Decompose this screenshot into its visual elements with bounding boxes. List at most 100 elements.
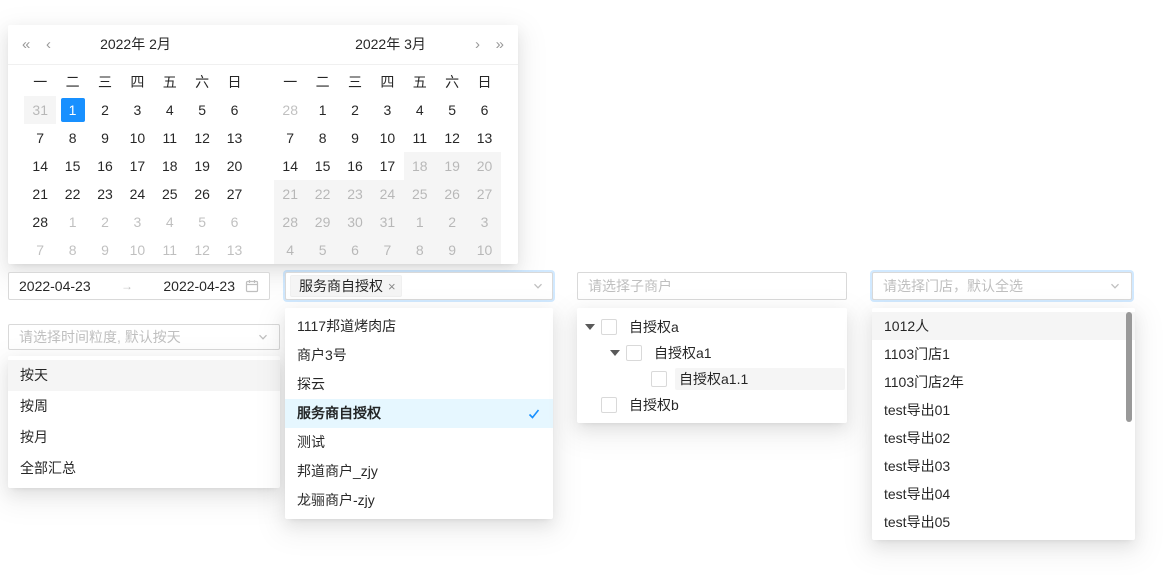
calendar-day-cell[interactable]: 2: [89, 96, 121, 124]
calendar-day-cell[interactable]: 27: [218, 180, 250, 208]
tree-node[interactable]: 自授权a1.1: [577, 366, 847, 392]
calendar-day-cell[interactable]: 10: [121, 236, 153, 264]
calendar-day-cell[interactable]: 25: [154, 180, 186, 208]
merchant-option[interactable]: 邦道商户_zjy: [285, 457, 553, 486]
calendar-day-cell[interactable]: 20: [468, 152, 501, 180]
calendar-day-cell[interactable]: 2: [89, 208, 121, 236]
calendar-day-cell[interactable]: 17: [121, 152, 153, 180]
calendar-day-cell[interactable]: 8: [56, 124, 88, 152]
calendar-day-cell[interactable]: 22: [306, 180, 339, 208]
tree-node-label[interactable]: 自授权a: [625, 316, 683, 338]
merchant-option[interactable]: 龙骊商户-zjy: [285, 486, 553, 515]
calendar-day-cell[interactable]: 1: [56, 208, 88, 236]
calendar-day-cell[interactable]: 10: [468, 236, 501, 264]
tree-checkbox[interactable]: [601, 397, 617, 413]
calendar-day-cell[interactable]: 2: [435, 208, 469, 236]
calendar-day-cell[interactable]: 8: [56, 236, 88, 264]
calendar-day-cell[interactable]: 5: [186, 208, 218, 236]
store-select[interactable]: 请选择门店，默认全选: [872, 272, 1132, 300]
calendar-day-cell[interactable]: 13: [218, 236, 250, 264]
store-option[interactable]: 1103门店2年: [872, 368, 1135, 396]
calendar-day-cell[interactable]: 19: [435, 152, 469, 180]
calendar-day-cell[interactable]: 3: [121, 96, 153, 124]
calendar-day-cell[interactable]: 4: [274, 236, 307, 264]
calendar-day-cell[interactable]: 26: [186, 180, 218, 208]
date-range-input[interactable]: 2022-04-23 → 2022-04-23: [8, 272, 270, 300]
sub-merchant-select[interactable]: 请选择子商户: [577, 272, 847, 300]
calendar-day-cell[interactable]: 28: [24, 208, 56, 236]
calendar-day-cell[interactable]: 11: [154, 124, 186, 152]
calendar-day-cell[interactable]: 14: [274, 152, 306, 180]
calendar-day-cell[interactable]: 16: [89, 152, 121, 180]
calendar-day-cell[interactable]: 22: [56, 180, 88, 208]
merchant-option[interactable]: 商户3号: [285, 341, 553, 370]
tree-node[interactable]: 自授权a1: [577, 340, 847, 366]
calendar-day-cell[interactable]: 25: [403, 180, 436, 208]
store-option[interactable]: test导出01: [872, 396, 1135, 424]
granularity-option[interactable]: 按天: [8, 360, 280, 391]
calendar-day-cell[interactable]: 5: [186, 96, 218, 124]
calendar-day-cell[interactable]: 27: [468, 180, 501, 208]
calendar-day-cell[interactable]: 15: [56, 152, 88, 180]
merchant-select[interactable]: 服务商自授权 ×: [285, 272, 553, 300]
calendar-day-cell[interactable]: 9: [435, 236, 469, 264]
calendar-day-cell[interactable]: 1: [306, 96, 338, 124]
calendar-day-cell[interactable]: 4: [154, 208, 186, 236]
merchant-option[interactable]: 1117邦道烤肉店: [285, 312, 553, 341]
calendar-day-cell[interactable]: 3: [468, 208, 501, 236]
calendar-day-cell[interactable]: 9: [339, 124, 371, 152]
calendar-day-cell[interactable]: 1: [56, 96, 88, 124]
calendar-day-cell[interactable]: 7: [24, 124, 56, 152]
calendar-day-cell[interactable]: 31: [371, 208, 404, 236]
store-option[interactable]: 1012人: [872, 312, 1135, 340]
calendar-day-cell[interactable]: 21: [274, 180, 307, 208]
tree-node-label[interactable]: 自授权a1.1: [675, 368, 845, 390]
calendar-day-cell[interactable]: 5: [306, 236, 339, 264]
calendar-day-cell[interactable]: 17: [371, 152, 403, 180]
calendar-day-cell[interactable]: 21: [24, 180, 56, 208]
tree-checkbox[interactable]: [626, 345, 642, 361]
calendar-day-cell[interactable]: 9: [89, 124, 121, 152]
calendar-day-cell[interactable]: 31: [24, 96, 57, 124]
granularity-option[interactable]: 按周: [8, 391, 280, 422]
calendar-day-cell[interactable]: 23: [89, 180, 121, 208]
calendar-day-cell[interactable]: 13: [468, 124, 500, 152]
calendar-day-cell[interactable]: 24: [121, 180, 153, 208]
merchant-option[interactable]: 测试: [285, 428, 553, 457]
scrollbar-thumb[interactable]: [1126, 312, 1132, 422]
calendar-day-cell[interactable]: 13: [218, 124, 250, 152]
store-option[interactable]: test导出02: [872, 424, 1135, 452]
calendar-day-cell[interactable]: 12: [186, 236, 218, 264]
calendar-day-cell[interactable]: 10: [121, 124, 153, 152]
merchant-option[interactable]: 探云: [285, 370, 553, 399]
calendar-day-cell[interactable]: 8: [306, 124, 338, 152]
calendar-day-cell[interactable]: 18: [154, 152, 186, 180]
calendar-day-cell[interactable]: 7: [274, 124, 306, 152]
tag-remove-icon[interactable]: ×: [388, 280, 396, 293]
calendar-day-cell[interactable]: 23: [338, 180, 372, 208]
granularity-option[interactable]: 按月: [8, 422, 280, 453]
tree-checkbox[interactable]: [601, 319, 617, 335]
calendar-day-cell[interactable]: 29: [306, 208, 339, 236]
tree-node-label[interactable]: 自授权a1: [650, 342, 716, 364]
calendar-day-cell[interactable]: 24: [371, 180, 404, 208]
calendar-day-cell[interactable]: 8: [403, 236, 436, 264]
time-granularity-select[interactable]: 请选择时间粒度, 默认按天: [8, 324, 280, 350]
store-option[interactable]: test导出05: [872, 508, 1135, 536]
calendar-day-cell[interactable]: 6: [338, 236, 372, 264]
calendar-day-cell[interactable]: 2: [339, 96, 371, 124]
end-date-value[interactable]: 2022-04-23: [163, 278, 235, 294]
calendar-day-cell[interactable]: 11: [404, 124, 436, 152]
merchant-option[interactable]: 服务商自授权: [285, 399, 553, 428]
calendar-day-cell[interactable]: 15: [306, 152, 338, 180]
calendar-day-cell[interactable]: 4: [154, 96, 186, 124]
calendar-day-cell[interactable]: 16: [339, 152, 371, 180]
calendar-day-cell[interactable]: 3: [371, 96, 403, 124]
calendar-day-cell[interactable]: 14: [24, 152, 56, 180]
calendar-day-cell[interactable]: 12: [186, 124, 218, 152]
next-year-icon[interactable]: »: [496, 25, 504, 64]
calendar-day-cell[interactable]: 26: [435, 180, 469, 208]
start-date-value[interactable]: 2022-04-23: [19, 278, 91, 294]
calendar-day-cell[interactable]: 11: [154, 236, 186, 264]
calendar-day-cell[interactable]: 1: [403, 208, 436, 236]
